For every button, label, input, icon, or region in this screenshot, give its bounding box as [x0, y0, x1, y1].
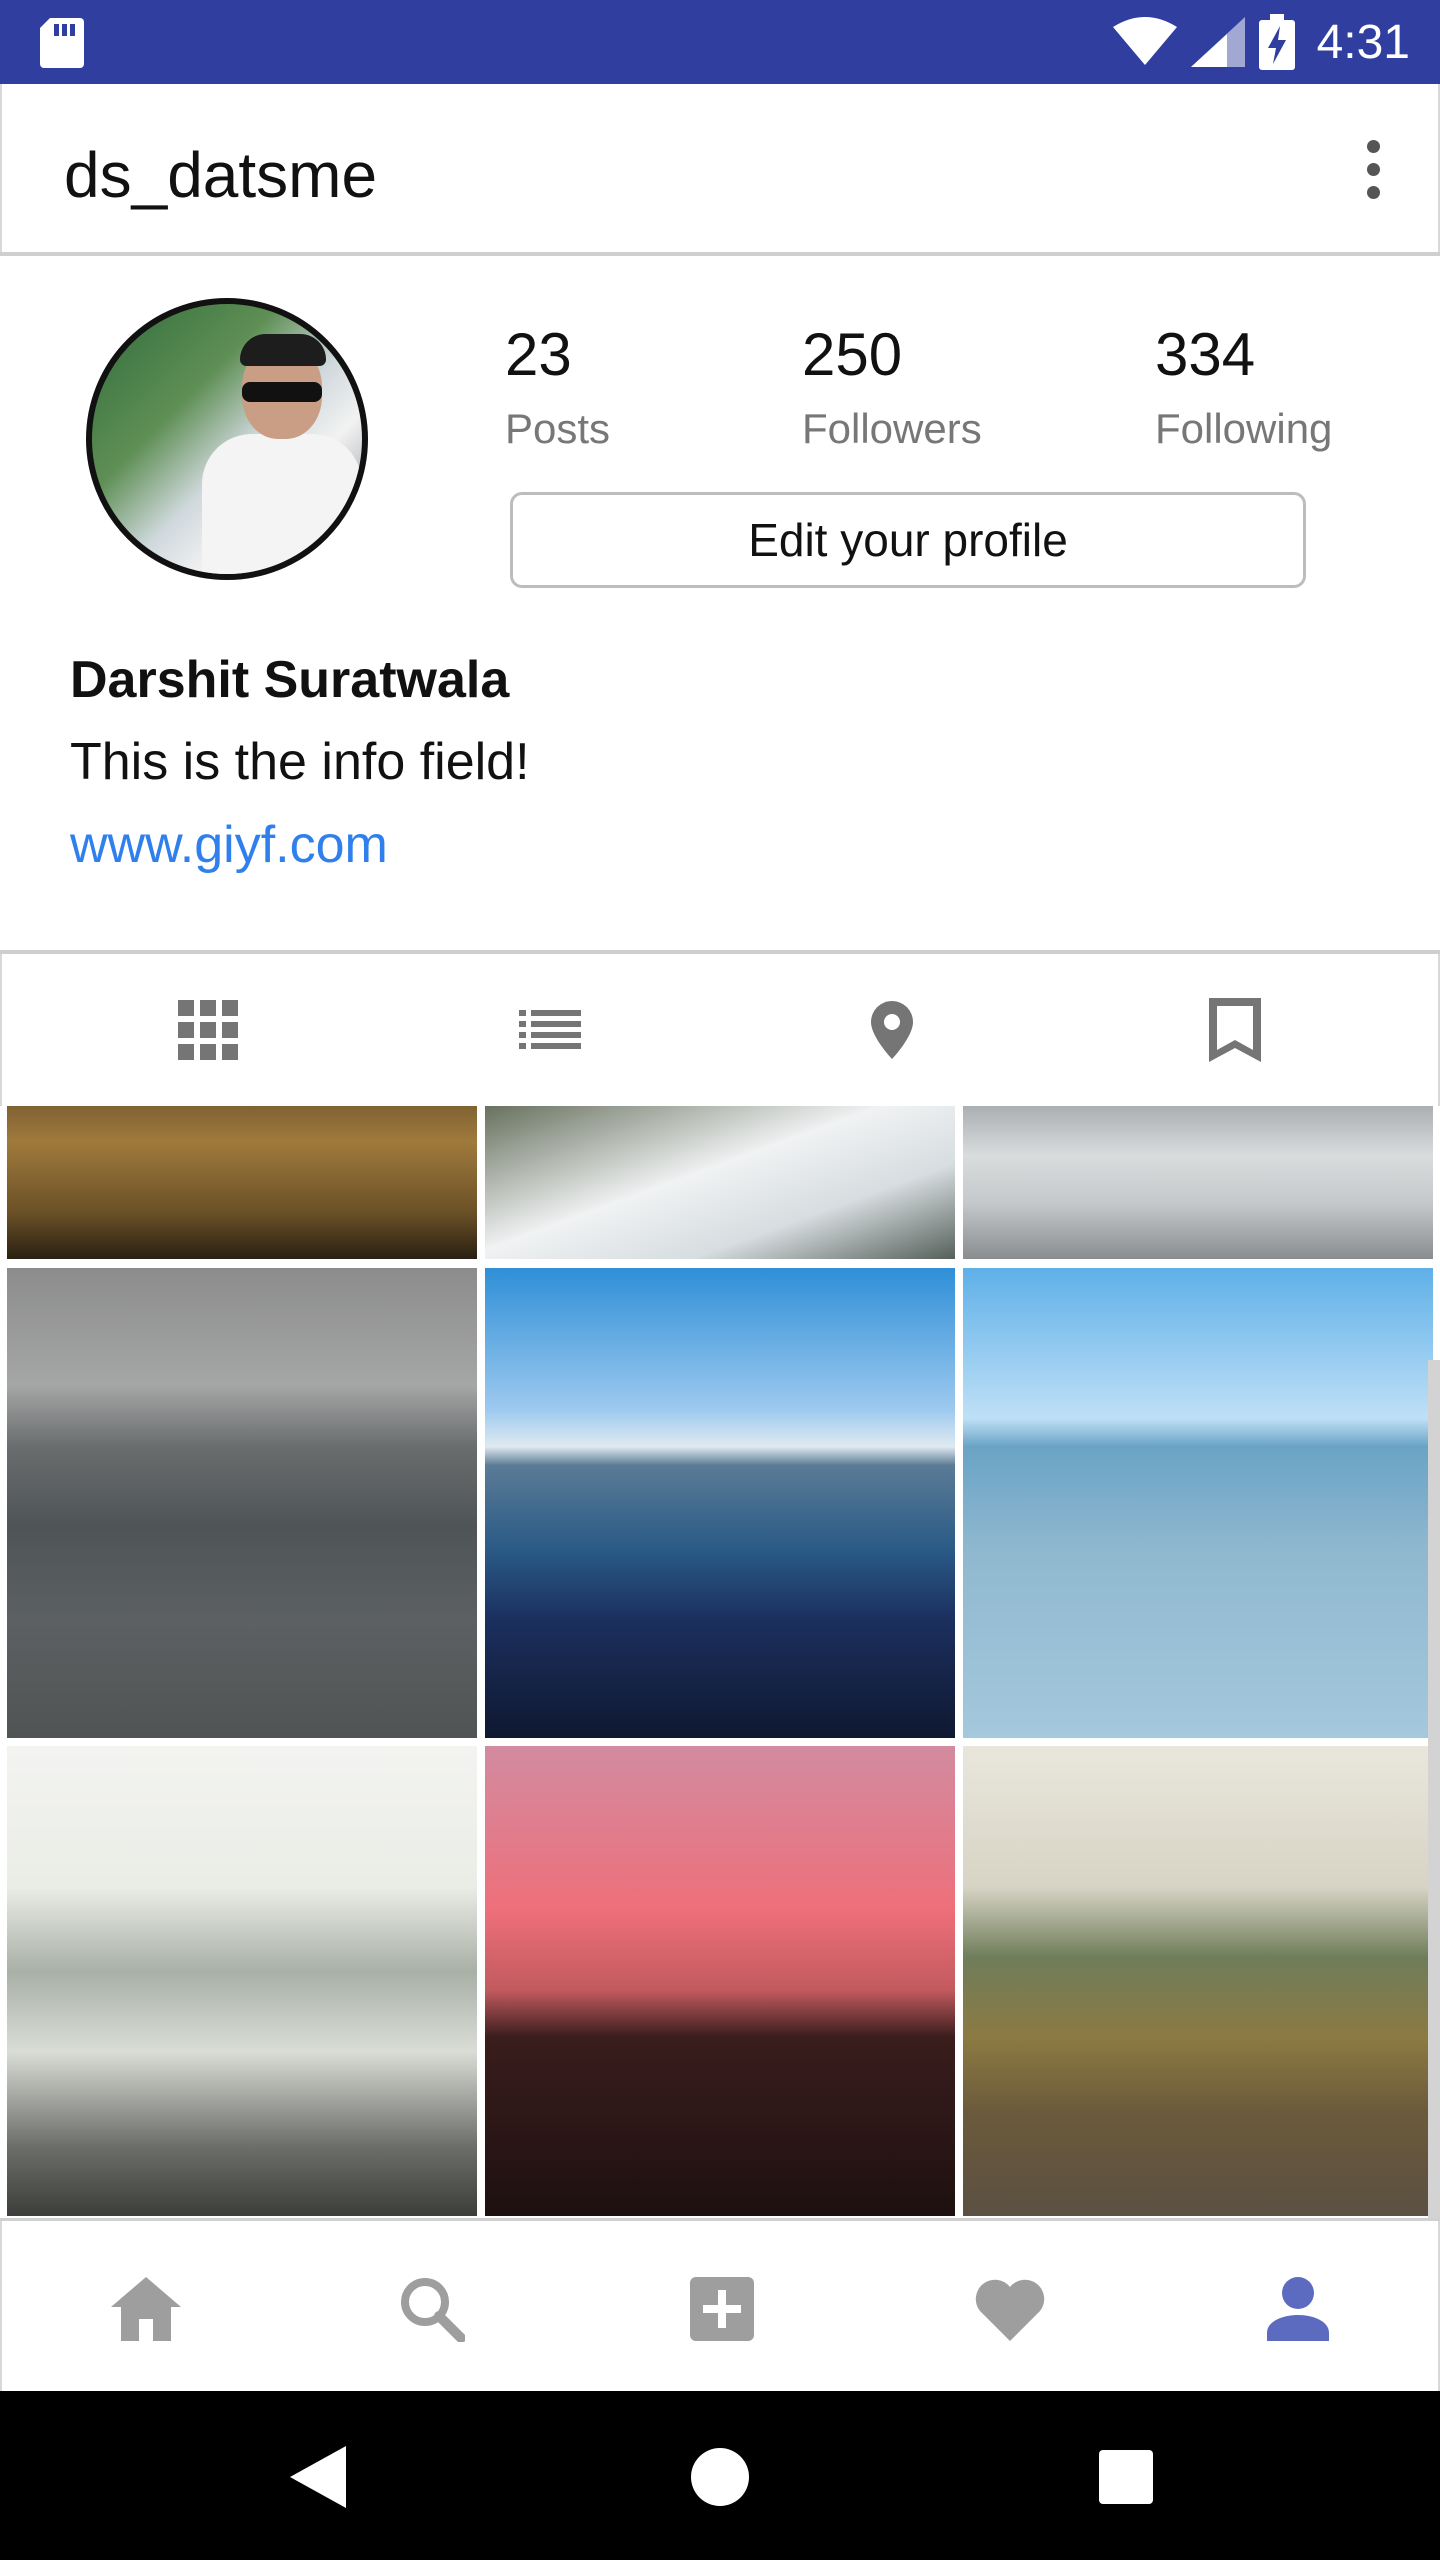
signal-icon — [1190, 17, 1245, 67]
followers-count: 250 — [802, 321, 903, 388]
photo-thumbnail[interactable] — [485, 1268, 955, 1738]
more-vert-icon[interactable] — [1338, 134, 1408, 204]
stat-following[interactable]: 334 Following — [1155, 325, 1332, 453]
posts-count: 23 — [505, 321, 572, 388]
followers-label: Followers — [802, 405, 982, 452]
sd-card-icon — [40, 18, 84, 68]
bookmark-icon[interactable] — [1199, 994, 1271, 1066]
system-nav-bar — [0, 2391, 1440, 2560]
stat-posts[interactable]: 23 Posts — [505, 325, 610, 453]
profile-website-link[interactable]: www.giyf.com — [70, 815, 388, 875]
photo-thumbnail[interactable] — [7, 1746, 477, 2216]
home-circle-icon[interactable] — [682, 2439, 758, 2515]
divider — [0, 252, 1440, 256]
photo-thumbnail[interactable] — [963, 1268, 1433, 1738]
photo-thumbnail[interactable] — [485, 1746, 955, 2216]
view-tabs — [0, 954, 1440, 1106]
bottom-nav — [0, 2221, 1440, 2391]
location-icon[interactable] — [856, 994, 928, 1066]
recents-icon[interactable] — [1088, 2439, 1164, 2515]
heart-icon[interactable] — [970, 2269, 1050, 2349]
profile-name: Darshit Suratwala — [70, 651, 510, 709]
back-icon[interactable] — [280, 2439, 356, 2515]
person-icon[interactable] — [1258, 2269, 1338, 2349]
status-bar: 4:31 — [0, 0, 1440, 84]
status-time: 4:31 — [1316, 15, 1410, 69]
list-icon[interactable] — [514, 994, 586, 1066]
grid-icon[interactable] — [172, 994, 244, 1066]
profile-bio: This is the info field! — [70, 733, 530, 791]
wifi-icon — [1112, 17, 1177, 65]
following-label: Following — [1155, 405, 1333, 452]
edit-profile-button[interactable]: Edit your profile — [510, 492, 1306, 588]
photo-thumbnail[interactable] — [963, 1106, 1433, 1259]
photo-thumbnail[interactable] — [963, 1746, 1433, 2216]
scrollbar[interactable] — [1428, 1360, 1440, 2220]
posts-label: Posts — [505, 405, 611, 452]
add-box-icon[interactable] — [682, 2269, 762, 2349]
home-icon[interactable] — [106, 2269, 186, 2349]
toolbar: ds_datsme — [0, 84, 1440, 254]
photo-grid — [0, 1106, 1440, 2218]
photo-thumbnail[interactable] — [7, 1268, 477, 1738]
search-icon[interactable] — [392, 2269, 472, 2349]
avatar[interactable] — [86, 298, 368, 580]
photo-thumbnail[interactable] — [7, 1106, 477, 1259]
photo-thumbnail[interactable] — [485, 1106, 955, 1259]
following-count: 334 — [1155, 321, 1256, 388]
battery-charging-icon — [1258, 14, 1295, 70]
stat-followers[interactable]: 250 Followers — [802, 325, 982, 453]
username-title: ds_datsme — [64, 139, 378, 211]
